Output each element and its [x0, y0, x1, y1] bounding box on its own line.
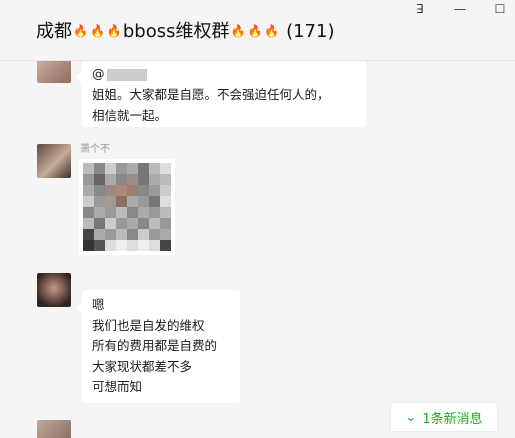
minimize-icon[interactable]: — — [453, 2, 467, 16]
message-line: 所有的费用都是自费的 — [92, 338, 218, 353]
qr-code-image[interactable] — [79, 159, 175, 255]
message-bubble[interactable]: @ 姐姐。大家都是自愿。不会强迫任何人的， 相信就一起。 — [76, 61, 366, 127]
maximize-icon[interactable]: ☐ — [493, 2, 507, 16]
avatar[interactable] — [37, 420, 71, 438]
message-line: 姐姐。大家都是自愿。不会强迫任何人的， — [92, 87, 330, 102]
fire-icon: 🔥 — [89, 24, 105, 38]
message-bubble[interactable]: 嗯 我们也是自发的维权 所有的费用都是自费的 大家现状都差不多 可想而知 — [76, 290, 240, 403]
new-message-label: 1条新消息 — [422, 411, 483, 427]
qr-code-pattern — [83, 163, 171, 251]
message-line: 嗯 — [92, 297, 105, 312]
message-line: 相信就一起。 — [92, 108, 168, 123]
message-line: 我们也是自发的维权 — [92, 317, 205, 333]
message-line: 可想而知 — [92, 379, 143, 394]
fire-icon: 🔥 — [73, 24, 88, 38]
chat-title[interactable]: 成都🔥 🔥 🔥bboss维权群🔥 🔥 🔥 (171) — [36, 20, 334, 45]
title-middle: bboss维权群 — [122, 21, 230, 42]
fire-icon: 🔥 — [264, 24, 280, 38]
chevron-down-icon: ⌄ — [405, 409, 417, 425]
fire-icon: 🔥 — [247, 24, 263, 38]
chat-header: 成都🔥 🔥 🔥bboss维权群🔥 🔥 🔥 (171) ꓱ — ☐ — [0, 0, 515, 61]
window-controls: ꓱ — ☐ — [413, 0, 507, 18]
new-message-button[interactable]: ⌄ 1条新消息 — [391, 403, 497, 431]
avatar[interactable] — [37, 144, 71, 178]
message-mention: @ — [92, 63, 356, 84]
avatar[interactable] — [37, 273, 71, 307]
fire-icon: 🔥 — [230, 24, 246, 38]
chat-messages[interactable]: @ 姐姐。大家都是自愿。不会强迫任何人的， 相信就一起。 萧个不 嗯 我们也是自… — [0, 61, 515, 438]
fire-icon: 🔥 — [106, 24, 122, 38]
sender-name: 萧个不 — [80, 144, 110, 155]
title-prefix: 成都 — [36, 21, 72, 42]
pin-icon[interactable]: ꓱ — [413, 2, 427, 16]
message-line: 大家现状都差不多 — [92, 358, 193, 374]
member-count: (171) — [286, 21, 335, 42]
avatar[interactable] — [37, 61, 71, 83]
